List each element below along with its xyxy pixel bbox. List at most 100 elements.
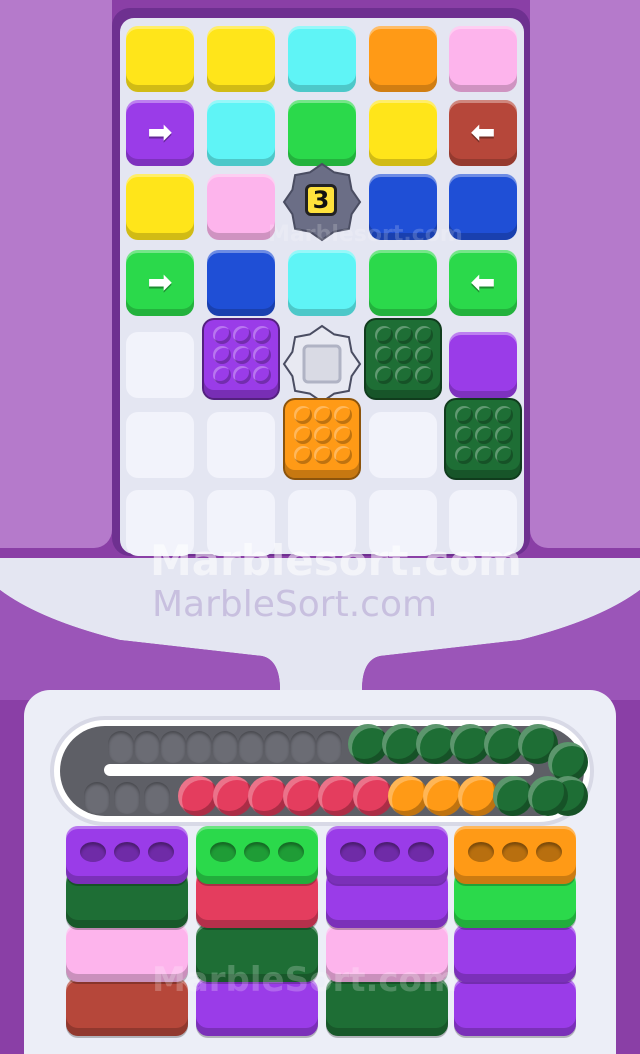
marble-hole bbox=[210, 842, 236, 862]
marble bbox=[395, 346, 413, 364]
marble bbox=[314, 426, 332, 444]
conveyor-empty-slot bbox=[134, 731, 160, 763]
empty-cell bbox=[126, 332, 194, 398]
marble-hole bbox=[80, 842, 106, 862]
stack-block bbox=[454, 978, 576, 1036]
game-frame: ➡ ⬅ 3 ➡ ⬅ Marblesort.com MarbleSort.com Marb… bbox=[0, 0, 640, 1054]
color-block[interactable] bbox=[126, 26, 194, 92]
marble bbox=[375, 366, 393, 384]
marble bbox=[395, 366, 413, 384]
arrow-right-icon: ➡ bbox=[147, 265, 173, 300]
empty-cell bbox=[126, 412, 194, 478]
marble-box[interactable] bbox=[364, 318, 442, 400]
marble bbox=[314, 406, 332, 424]
marble bbox=[294, 406, 312, 424]
color-block[interactable] bbox=[449, 26, 517, 92]
conveyor-empty-slot bbox=[316, 731, 342, 763]
conveyor-empty-slot bbox=[84, 782, 110, 814]
conveyor-marble bbox=[353, 776, 393, 816]
color-block[interactable] bbox=[207, 174, 275, 240]
marble bbox=[455, 446, 473, 464]
marble-box[interactable] bbox=[202, 318, 280, 400]
color-block[interactable] bbox=[207, 100, 275, 166]
marble bbox=[395, 326, 413, 344]
color-block[interactable] bbox=[288, 26, 356, 92]
marble bbox=[253, 366, 271, 384]
marble bbox=[213, 366, 231, 384]
marble-hole bbox=[374, 842, 400, 862]
marble-hole bbox=[502, 842, 528, 862]
right-side-panel bbox=[530, 0, 640, 548]
marble-box[interactable] bbox=[283, 398, 361, 480]
marble bbox=[375, 346, 393, 364]
marble bbox=[495, 406, 513, 424]
marble-hole bbox=[148, 842, 174, 862]
marble-cluster bbox=[294, 406, 352, 464]
stack-top-holder[interactable] bbox=[326, 826, 448, 884]
marble bbox=[475, 446, 493, 464]
arrow-left-icon: ⬅ bbox=[470, 265, 496, 300]
color-block[interactable] bbox=[369, 100, 437, 166]
conveyor-marble bbox=[213, 776, 253, 816]
marble-hole bbox=[278, 842, 304, 862]
arrow-right-icon: ➡ bbox=[147, 115, 173, 150]
color-block[interactable] bbox=[369, 26, 437, 92]
conveyor-marble bbox=[493, 776, 533, 816]
open-gear-slot bbox=[282, 324, 362, 404]
conveyor-empty-slot bbox=[264, 731, 290, 763]
conveyor-empty-slot bbox=[144, 782, 170, 814]
marble bbox=[233, 346, 251, 364]
conveyor-empty-slot bbox=[238, 731, 264, 763]
stack-top-holder[interactable] bbox=[66, 826, 188, 884]
marble bbox=[415, 326, 433, 344]
conveyor-empty-slot bbox=[160, 731, 186, 763]
marble bbox=[455, 406, 473, 424]
marble bbox=[233, 366, 251, 384]
color-block[interactable] bbox=[449, 332, 517, 398]
marble bbox=[495, 426, 513, 444]
color-block[interactable] bbox=[126, 174, 194, 240]
marble bbox=[294, 446, 312, 464]
empty-cell bbox=[369, 412, 437, 478]
stack-top-holder[interactable] bbox=[196, 826, 318, 884]
arrow-block[interactable]: ⬅ bbox=[449, 250, 517, 316]
marble-hole bbox=[468, 842, 494, 862]
arrow-block[interactable]: ➡ bbox=[126, 250, 194, 316]
conveyor-empty-slot bbox=[108, 731, 134, 763]
marble bbox=[375, 326, 393, 344]
marble bbox=[253, 346, 271, 364]
marble bbox=[475, 426, 493, 444]
arrow-block[interactable]: ➡ bbox=[126, 100, 194, 166]
conveyor-marble bbox=[248, 776, 288, 816]
conveyor-rail bbox=[104, 764, 534, 776]
conveyor-empty-slot bbox=[290, 731, 316, 763]
color-block[interactable] bbox=[207, 250, 275, 316]
conveyor-marble bbox=[528, 776, 568, 816]
color-block[interactable] bbox=[288, 250, 356, 316]
marble bbox=[294, 426, 312, 444]
color-block[interactable] bbox=[288, 100, 356, 166]
marble bbox=[253, 326, 271, 344]
watermark-small: Marblesort.com bbox=[268, 222, 463, 247]
watermark-secondary: MarbleSort.com bbox=[152, 584, 438, 625]
conveyor-marble bbox=[423, 776, 463, 816]
marble bbox=[415, 346, 433, 364]
conveyor-marble bbox=[178, 776, 218, 816]
marble bbox=[334, 446, 352, 464]
arrow-block[interactable]: ⬅ bbox=[449, 100, 517, 166]
marble-box[interactable] bbox=[444, 398, 522, 480]
stack-top-holder[interactable] bbox=[454, 826, 576, 884]
marble bbox=[213, 326, 231, 344]
conveyor-marble bbox=[458, 776, 498, 816]
marble bbox=[233, 326, 251, 344]
marble bbox=[334, 406, 352, 424]
marble-hole bbox=[340, 842, 366, 862]
color-block[interactable] bbox=[369, 250, 437, 316]
watermark-bottom: MarbleSort.com bbox=[152, 960, 458, 1000]
stack-block bbox=[454, 924, 576, 982]
marble bbox=[213, 346, 231, 364]
marble bbox=[475, 406, 493, 424]
marble bbox=[314, 446, 332, 464]
color-block[interactable] bbox=[207, 26, 275, 92]
marble-hole bbox=[114, 842, 140, 862]
